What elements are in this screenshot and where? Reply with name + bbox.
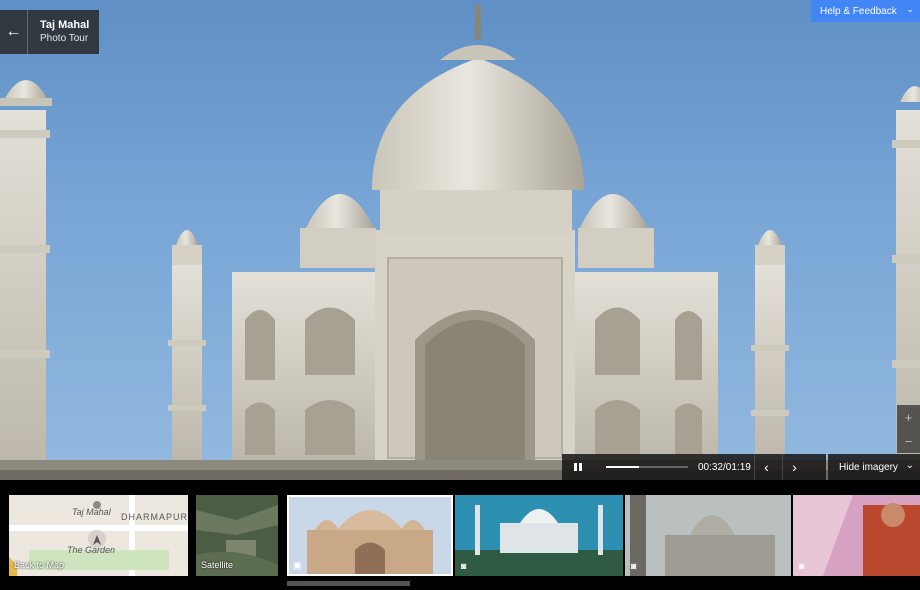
chevron-right-icon: › <box>792 459 797 475</box>
photo-thumbnail[interactable]: ◙ <box>455 495 623 576</box>
left-minaret <box>0 80 52 460</box>
help-feedback-label: Help & Feedback <box>820 5 897 17</box>
tour-title: Taj Mahal Photo Tour <box>28 19 89 45</box>
video-icon: ▣ <box>293 560 302 570</box>
playback-time: 00:32/01:19 <box>698 461 751 473</box>
pause-icon-bar <box>574 463 577 471</box>
camera-icon: ◙ <box>631 561 637 571</box>
pause-button[interactable] <box>562 454 594 480</box>
tour-title-main: Taj Mahal <box>40 19 90 31</box>
photo-thumbnail[interactable]: ◙ <box>625 495 791 576</box>
filmstrip-scrollbar[interactable] <box>287 581 410 586</box>
zoom-in-button[interactable]: + <box>897 405 920 429</box>
camera-icon: ◙ <box>461 561 467 571</box>
photo-thumbnail[interactable]: ▣ <box>287 495 453 576</box>
zoom-out-button[interactable]: − <box>897 429 920 453</box>
map-label-taj-mahal: Taj Mahal <box>72 507 111 517</box>
photo-preview <box>793 495 920 576</box>
tour-subtitle: Photo Tour <box>40 33 89 44</box>
hide-imagery-button[interactable]: Hide imagery ⌄ <box>828 454 920 480</box>
progress-bar[interactable] <box>606 466 688 468</box>
previous-button[interactable]: ‹ <box>754 454 778 480</box>
back-to-map-caption: Back to Map <box>14 560 65 570</box>
pause-icon-bar <box>579 463 582 471</box>
photo-preview <box>625 495 791 576</box>
help-feedback-button[interactable]: Help & Feedback ⌄ <box>811 0 920 22</box>
main-photo[interactable] <box>0 0 920 480</box>
photo-thumbnail[interactable]: ◙ <box>793 495 920 576</box>
back-to-map-thumbnail[interactable]: Taj Mahal DHARMAPUR The Garden Back to M… <box>9 495 188 576</box>
tour-title-chip: ← Taj Mahal Photo Tour <box>0 10 99 54</box>
camera-icon: ◙ <box>799 561 805 571</box>
photo-tour-viewer: ← Taj Mahal Photo Tour Help & Feedback ⌄… <box>0 0 920 590</box>
double-chevron-down-icon: ⌄ <box>905 460 914 471</box>
tour-player-bar: 00:32/01:19 ‹ › <box>562 454 826 480</box>
next-button[interactable]: › <box>782 454 806 480</box>
back-button[interactable]: ← <box>0 10 28 54</box>
imagery-filmstrip: Taj Mahal DHARMAPUR The Garden Back to M… <box>0 480 920 590</box>
progress-fill <box>606 466 639 468</box>
hide-imagery-label: Hide imagery <box>839 461 898 473</box>
chevron-left-icon: ‹ <box>764 459 769 475</box>
zoom-control: + − <box>897 405 920 453</box>
map-label-garden: The Garden <box>67 545 116 555</box>
photo-preview <box>455 495 623 576</box>
back-arrow-icon: ← <box>5 23 22 40</box>
photo-preview <box>287 495 453 576</box>
chevron-down-icon: ⌄ <box>906 4 914 14</box>
map-label-dharmapur: DHARMAPUR <box>121 512 188 522</box>
satellite-caption: Satellite <box>201 560 234 570</box>
satellite-thumbnail[interactable]: Satellite <box>196 495 278 576</box>
